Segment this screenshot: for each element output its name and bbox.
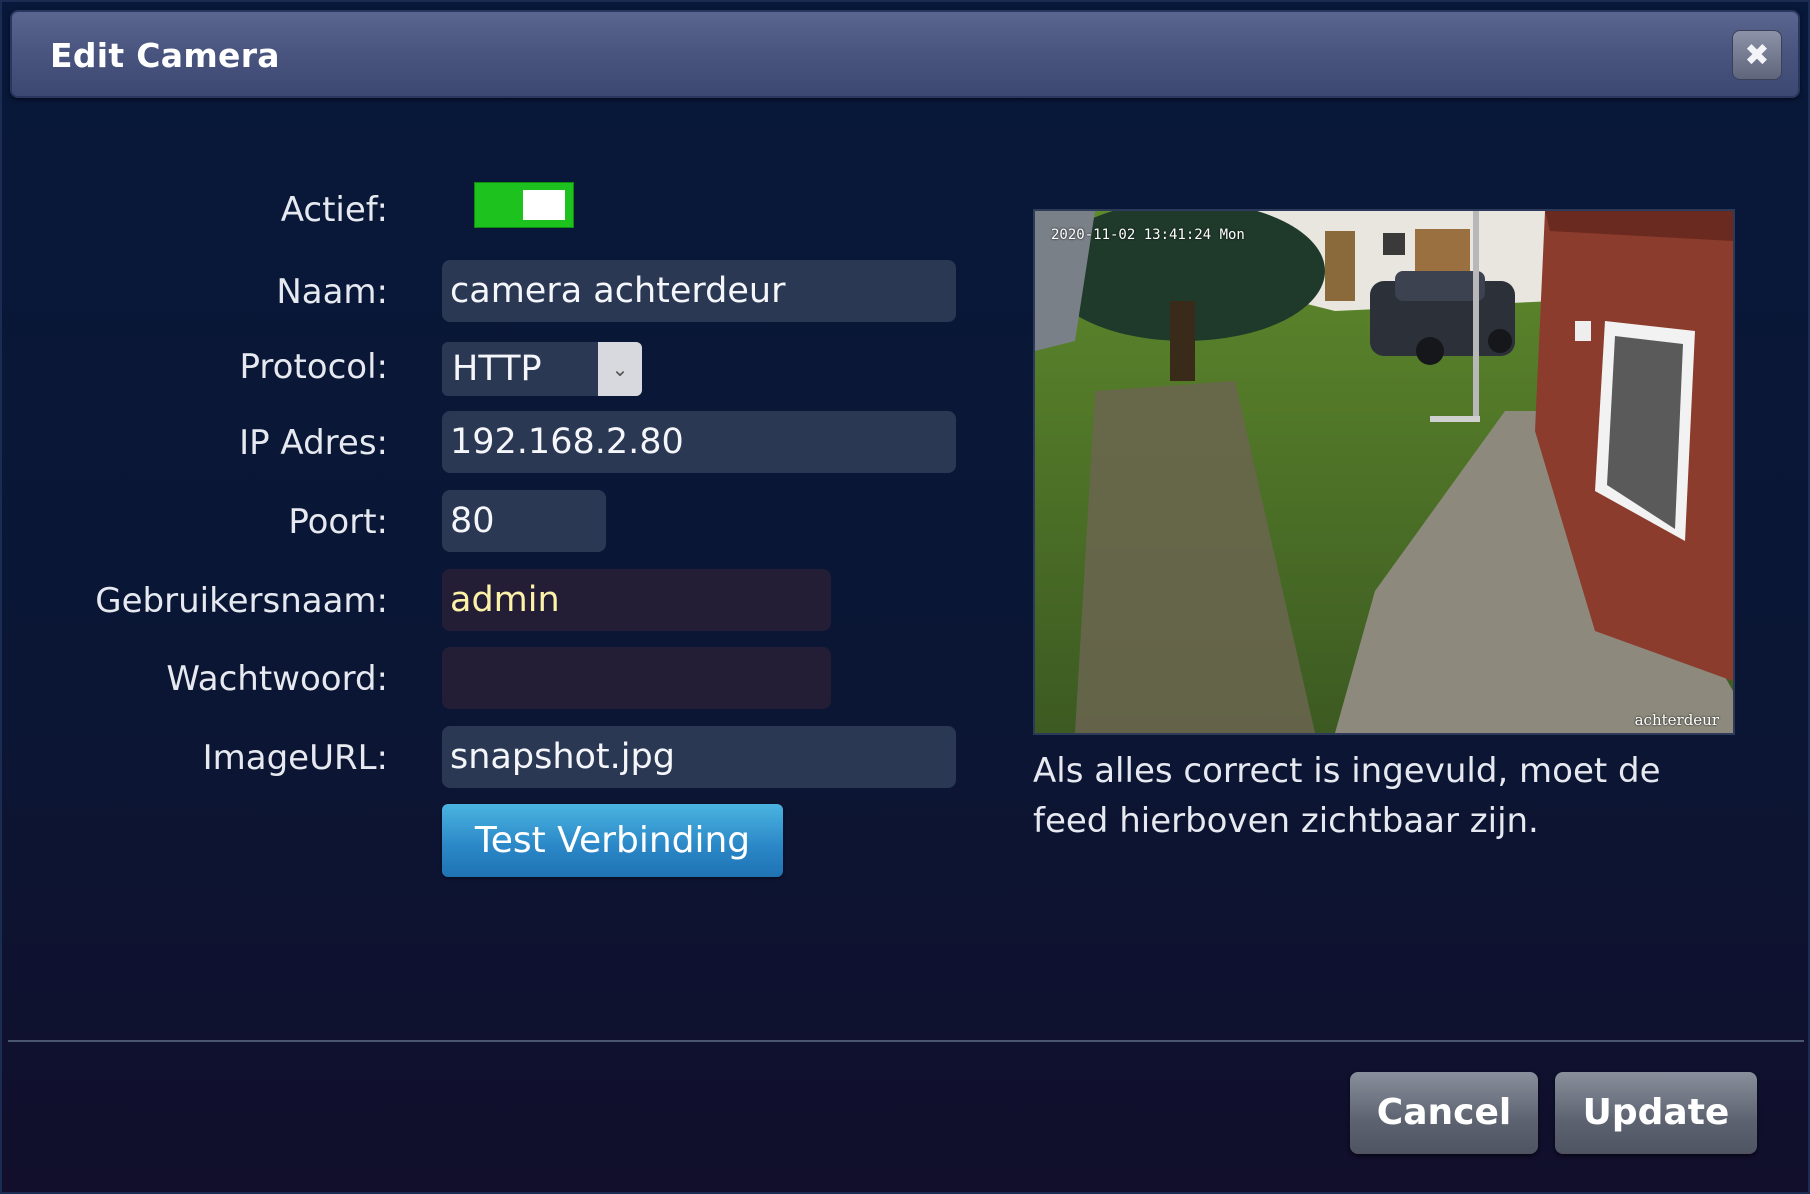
- close-icon: ✖: [1744, 37, 1770, 73]
- gebruikersnaam-input[interactable]: [442, 569, 831, 631]
- chevron-down-icon[interactable]: ⌄: [598, 342, 642, 396]
- cancel-button[interactable]: Cancel: [1350, 1072, 1538, 1154]
- update-button[interactable]: Update: [1555, 1072, 1757, 1154]
- actief-label: Actief:: [280, 190, 388, 230]
- edit-camera-dialog: Edit Camera ✖ Actief: Naam: Protocol: HT…: [0, 0, 1810, 1194]
- wachtwoord-input[interactable]: [442, 647, 831, 709]
- imageurl-label: ImageURL:: [202, 738, 388, 778]
- footer-divider: [8, 1040, 1804, 1042]
- wachtwoord-label: Wachtwoord:: [166, 659, 388, 699]
- preview-hint-text: Als alles correct is ingevuld, moet de f…: [1033, 751, 1661, 841]
- poort-label: Poort:: [288, 502, 388, 542]
- naam-input[interactable]: [442, 260, 956, 322]
- camera-preview: 2020-11-02 13:41:24 Mon achterdeur: [1033, 209, 1735, 735]
- camera-name-overlay: achterdeur: [1634, 711, 1719, 729]
- camera-timestamp: 2020-11-02 13:41:24 Mon: [1051, 227, 1245, 243]
- test-verbinding-button[interactable]: Test Verbinding: [442, 804, 783, 877]
- protocol-value: HTTP: [452, 349, 542, 389]
- close-button[interactable]: ✖: [1732, 30, 1782, 80]
- protocol-label: Protocol:: [239, 347, 388, 387]
- protocol-select[interactable]: HTTP ⌄: [442, 342, 642, 396]
- naam-label: Naam:: [276, 272, 388, 312]
- ip-label: IP Adres:: [239, 423, 388, 463]
- camera-snapshot-image: [1035, 211, 1733, 733]
- poort-input[interactable]: [442, 490, 606, 552]
- toggle-knob: [523, 190, 565, 220]
- actief-toggle[interactable]: [474, 182, 574, 228]
- dialog-title: Edit Camera: [50, 36, 280, 75]
- dialog-titlebar[interactable]: Edit Camera ✖: [10, 10, 1800, 98]
- imageurl-input[interactable]: [442, 726, 956, 788]
- gebruikersnaam-label: Gebruikersnaam:: [95, 581, 388, 621]
- ip-input[interactable]: [442, 411, 956, 473]
